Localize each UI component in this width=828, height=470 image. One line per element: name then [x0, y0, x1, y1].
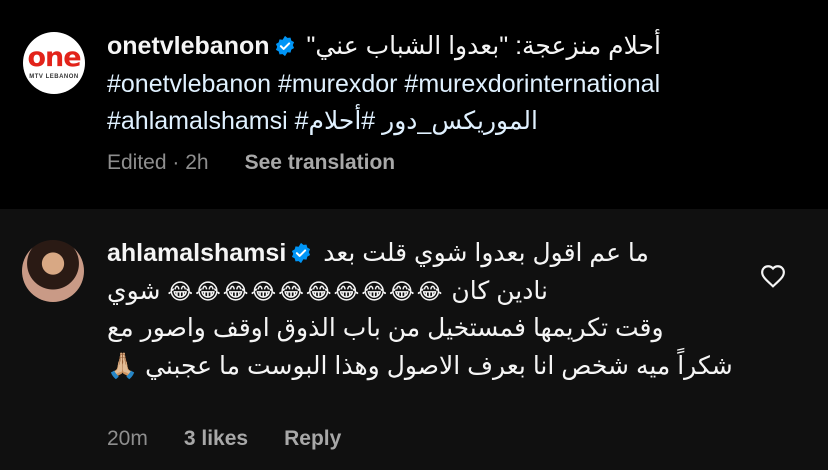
comment-meta: 20m 3 likes Reply: [107, 427, 377, 451]
post-meta: Edited · 2h See translation: [107, 151, 431, 175]
comment-word: شوي: [107, 276, 161, 305]
comment-item: ahlamalshamsi ما عم اقول بعدوا شوي قلت ب…: [0, 209, 828, 470]
post-caption: one MTV LEBANON onetvlebanon أحلام منزعج…: [0, 0, 828, 209]
comment-text-block: ahlamalshamsi ما عم اقول بعدوا شوي قلت ب…: [107, 235, 758, 385]
comment-text-line-4: ميه شخص انا بعرف الاصول وهذا البوست ما ع…: [107, 351, 671, 380]
one-logo-text: one: [27, 42, 81, 73]
caption-hashtags-line-1[interactable]: #onetvlebanon #murexdor #murexdorinterna…: [107, 66, 758, 104]
comment-username[interactable]: ahlamalshamsi: [107, 239, 286, 267]
onetv-avatar[interactable]: one MTV LEBANON: [23, 32, 85, 94]
comment-text-line-1: ما عم اقول بعدوا شوي قلت بعد: [323, 239, 649, 267]
laughing-emoji-row: 😂😂😂😂😂😂😂😂😂😂: [167, 278, 445, 304]
one-logo-subtext: MTV LEBANON: [29, 74, 79, 80]
comment-text-line-3: وقت تكريمها فمستخيل من باب الذوق اوقف وا…: [107, 314, 664, 342]
comment-line-2-end: نادين كان: [451, 276, 548, 305]
caption-title: أحلام منزعجة: "بعدوا الشباب عني": [306, 32, 661, 60]
caption-hashtags-line-2[interactable]: #ahlamalshamsi #الموريكس_دور #أحلام: [107, 103, 758, 141]
caption-text-block: onetvlebanon أحلام منزعجة: "بعدوا الشباب…: [107, 28, 758, 141]
likes-count-button[interactable]: 3 likes: [184, 427, 248, 450]
post-username[interactable]: onetvlebanon: [107, 32, 270, 60]
comment-text-line-2: شوي 😂😂😂😂😂😂😂😂😂😂 نادين كان: [107, 273, 758, 311]
reply-button[interactable]: Reply: [284, 427, 341, 450]
see-translation-button[interactable]: See translation: [245, 151, 396, 174]
heart-outline-icon[interactable]: [760, 264, 786, 288]
edited-time-label: Edited · 2h: [107, 151, 209, 174]
verified-badge-icon: [292, 242, 311, 264]
comment-text-line-5: شكراً: [677, 351, 733, 380]
ahlam-avatar[interactable]: [22, 240, 84, 302]
comment-time: 20m: [107, 427, 148, 450]
verified-badge-icon: [275, 35, 294, 57]
